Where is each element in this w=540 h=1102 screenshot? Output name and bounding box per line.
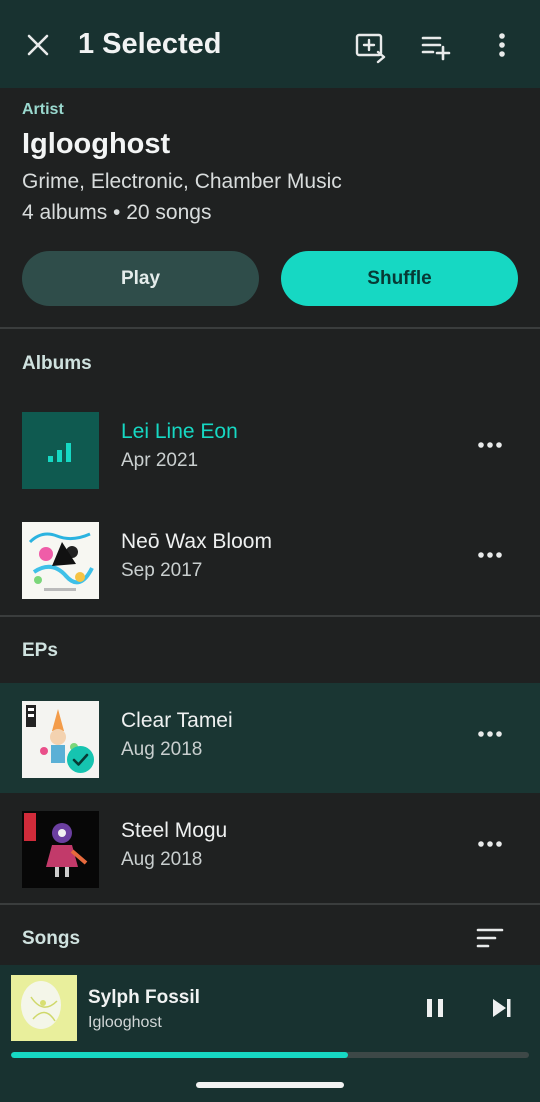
- pause-icon[interactable]: [424, 997, 446, 1019]
- now-playing-art: [11, 975, 77, 1041]
- ep-art: [22, 701, 99, 778]
- artist-type-label: Artist: [22, 101, 64, 118]
- home-indicator[interactable]: [196, 1082, 344, 1088]
- divider: [0, 615, 540, 617]
- add-to-playlist-icon[interactable]: [354, 30, 388, 64]
- more-options-icon[interactable]: [476, 729, 504, 739]
- ep-title: Steel Mogu: [121, 819, 228, 842]
- artist-name: Iglooghost: [22, 128, 171, 160]
- more-options-icon[interactable]: [476, 550, 504, 560]
- now-playing-title: Sylph Fossil: [88, 987, 200, 1008]
- eps-section-title: EPs: [22, 640, 58, 661]
- album-date: Sep 2017: [121, 560, 203, 581]
- play-button[interactable]: Play: [22, 251, 259, 306]
- selection-count-title: 1 Selected: [78, 28, 222, 60]
- more-options-icon[interactable]: [476, 440, 504, 450]
- top-app-bar: 1 Selected: [0, 0, 540, 88]
- divider: [0, 327, 540, 329]
- sort-icon[interactable]: [475, 926, 505, 950]
- album-row-lei-line-eon[interactable]: Lei Line Eon Apr 2021: [0, 394, 540, 504]
- ep-row-steel-mogu[interactable]: Steel Mogu Aug 2018: [0, 793, 540, 903]
- artist-genres: Grime, Electronic, Chamber Music: [22, 170, 342, 193]
- ep-row-clear-tamei[interactable]: Clear Tamei Aug 2018: [0, 683, 540, 793]
- artist-counts: 4 albums • 20 songs: [22, 201, 212, 224]
- ep-art-image: [24, 813, 88, 877]
- now-playing-art-image: [21, 981, 61, 1029]
- skip-next-icon[interactable]: [490, 997, 514, 1019]
- playback-progress-bar[interactable]: [11, 1052, 529, 1058]
- albums-section-title: Albums: [22, 353, 92, 374]
- queue-add-icon[interactable]: [420, 30, 454, 64]
- ep-date: Aug 2018: [121, 739, 203, 760]
- playback-progress-fill: [11, 1052, 348, 1058]
- album-title: Lei Line Eon: [121, 420, 238, 443]
- mini-player[interactable]: Sylph Fossil Iglooghost: [0, 965, 540, 1102]
- songs-section-title: Songs: [22, 928, 81, 949]
- shuffle-button[interactable]: Shuffle: [281, 251, 518, 306]
- album-art: [22, 522, 99, 599]
- album-art-image: [28, 532, 94, 591]
- more-options-icon[interactable]: [476, 839, 504, 849]
- divider: [0, 903, 540, 905]
- now-playing-thumb: [22, 412, 99, 489]
- album-title: Neō Wax Bloom: [121, 530, 272, 553]
- album-row-neo-wax-bloom[interactable]: Neō Wax Bloom Sep 2017: [0, 504, 540, 614]
- overflow-menu-icon[interactable]: [485, 30, 519, 64]
- close-icon[interactable]: [24, 31, 52, 59]
- ep-title: Clear Tamei: [121, 709, 233, 732]
- equalizer-icon: [48, 443, 71, 462]
- ep-art: [22, 811, 99, 888]
- album-date: Apr 2021: [121, 450, 199, 471]
- selected-check-icon: [67, 746, 94, 773]
- now-playing-artist: Iglooghost: [88, 1014, 162, 1031]
- ep-date: Aug 2018: [121, 849, 203, 870]
